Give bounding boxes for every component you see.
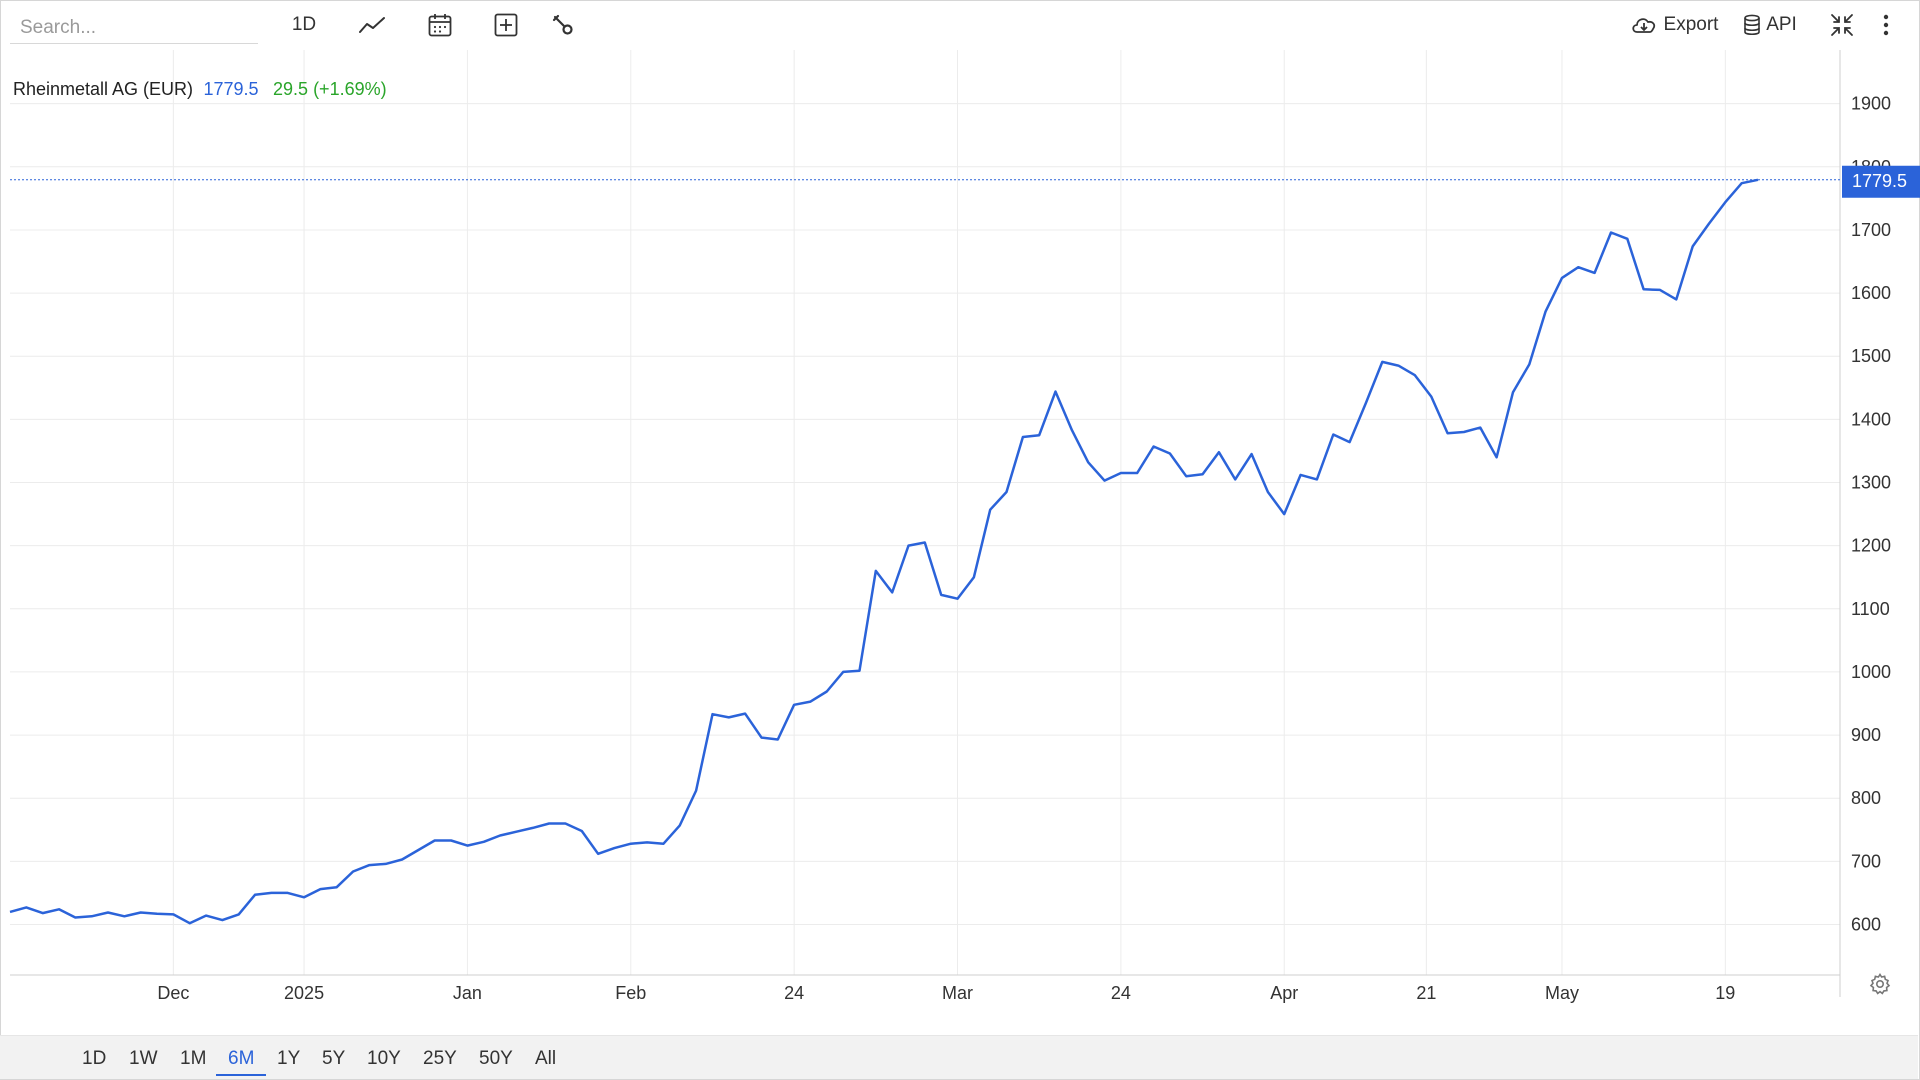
range-button-25y[interactable]: 25Y	[423, 1048, 457, 1070]
vertical-gridlines	[172, 50, 1726, 975]
x-axis-ticks: Dec 2025 Jan Feb 24 Mar 24 Apr 21 May 19	[157, 983, 1735, 1003]
y-tick-label: 1700	[1851, 220, 1891, 240]
y-tick-label: 600	[1851, 914, 1881, 934]
range-button-5y[interactable]: 5Y	[322, 1048, 345, 1070]
horizontal-gridlines	[10, 103, 1840, 925]
legend-change: 29.5 (+1.69%)	[273, 79, 387, 99]
range-button-1d[interactable]: 1D	[82, 1048, 106, 1070]
x-tick-label: 2025	[284, 983, 324, 1003]
range-button-10y[interactable]: 10Y	[367, 1048, 401, 1070]
x-tick-label: May	[1545, 983, 1579, 1003]
range-button-6m[interactable]: 6M	[216, 1048, 267, 1076]
y-tick-label: 700	[1851, 851, 1881, 871]
y-tick-label: 1200	[1851, 536, 1891, 556]
x-tick-label: 19	[1715, 983, 1735, 1003]
y-tick-label: 1000	[1851, 662, 1891, 682]
x-tick-label: Apr	[1270, 983, 1298, 1003]
y-tick-label: 800	[1851, 788, 1881, 808]
x-tick-label: 24	[1111, 983, 1131, 1003]
x-tick-label: Mar	[942, 983, 973, 1003]
range-button-50y[interactable]: 50Y	[479, 1048, 513, 1070]
y-tick-label: 1500	[1851, 346, 1891, 366]
price-chart[interactable]: 600 700 800 900 1000 1100 1200 1300 1400 1500 1600…	[0, 0, 1920, 1035]
y-tick-label: 1100	[1851, 599, 1890, 619]
range-button-1w[interactable]: 1W	[129, 1048, 158, 1070]
legend-symbol-name: Rheinmetall AG (EUR)	[13, 79, 193, 99]
price-series-line	[9, 178, 1759, 925]
x-tick-label: 21	[1416, 983, 1436, 1003]
legend: Rheinmetall AG (EUR) 1779.5 29.5 (+1.69%…	[13, 79, 387, 99]
last-price-tag-label: 1779.5	[1852, 171, 1907, 191]
y-tick-label: 900	[1851, 725, 1881, 745]
x-tick-label: 24	[784, 983, 804, 1003]
range-button-1m[interactable]: 1M	[180, 1048, 206, 1070]
chart-settings-gear-icon[interactable]	[1868, 972, 1892, 996]
y-tick-label: 1400	[1851, 409, 1891, 429]
range-button-all[interactable]: All	[535, 1048, 556, 1070]
legend-price: 1779.5	[204, 79, 259, 99]
y-tick-label: 1900	[1851, 94, 1891, 114]
range-button-1y[interactable]: 1Y	[277, 1048, 300, 1070]
y-axis-ticks: 600 700 800 900 1000 1100 1200 1300 1400 1500 1600…	[1851, 94, 1891, 935]
x-tick-label: Feb	[615, 983, 646, 1003]
x-tick-label: Dec	[157, 983, 189, 1003]
y-tick-label: 1600	[1851, 283, 1891, 303]
last-price-tag: 1779.5	[1842, 165, 1920, 198]
x-tick-label: Jan	[453, 983, 482, 1003]
y-tick-label: 1300	[1851, 473, 1891, 493]
